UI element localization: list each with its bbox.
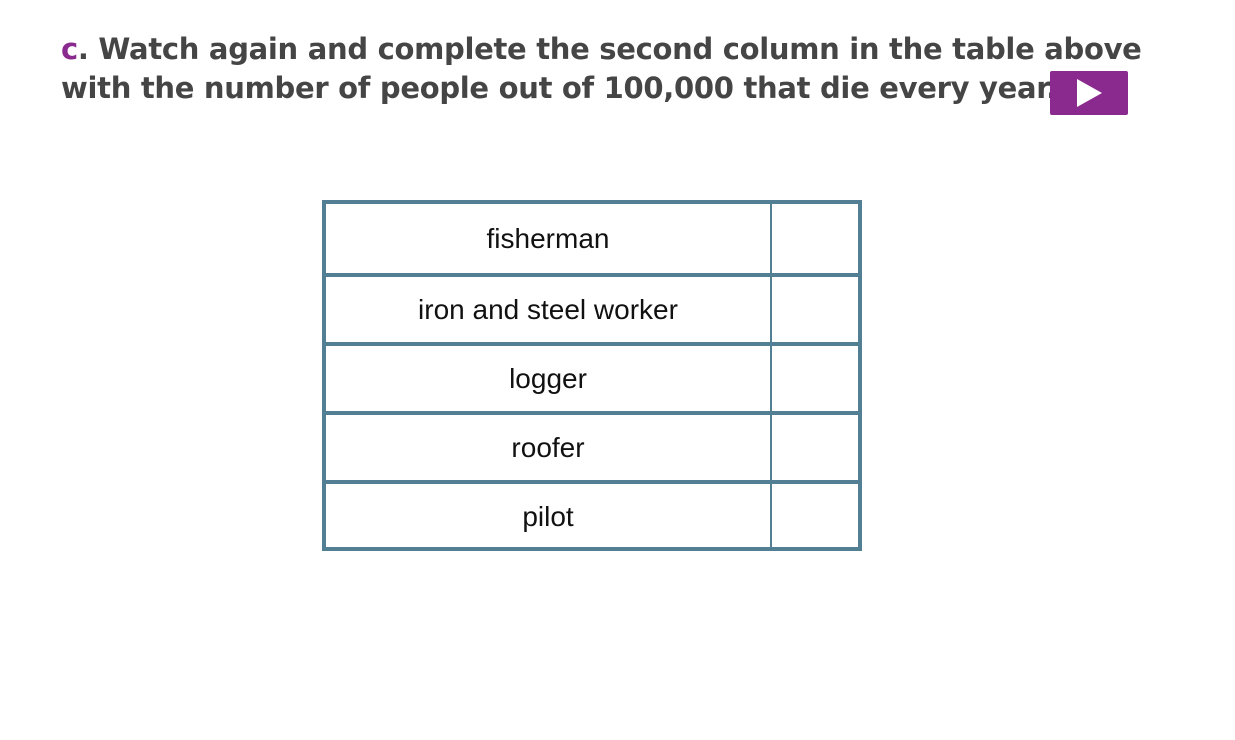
- occupation-cell: roofer: [326, 415, 772, 480]
- play-icon: [1077, 79, 1102, 107]
- occupation-cell: iron and steel worker: [326, 277, 772, 342]
- table-row: fisherman: [326, 204, 858, 273]
- table-row: iron and steel worker: [326, 273, 858, 342]
- instruction-line-2: with the number of people out of 100,000…: [61, 71, 1057, 105]
- answer-cell[interactable]: [772, 346, 858, 411]
- table-row: pilot: [326, 480, 858, 549]
- occupation-cell: pilot: [326, 484, 772, 549]
- instruction-text-1: Watch again and complete the second colu…: [88, 32, 1142, 66]
- table-row: logger: [326, 342, 858, 411]
- exercise-letter: c: [61, 32, 78, 66]
- instruction-line-1: c. Watch again and complete the second c…: [61, 30, 1142, 69]
- table-row: roofer: [326, 411, 858, 480]
- exercise-instruction: c. Watch again and complete the second c…: [61, 30, 1142, 108]
- occupation-table: fisherman iron and steel worker logger r…: [322, 200, 862, 551]
- answer-cell[interactable]: [772, 204, 858, 273]
- answer-cell[interactable]: [772, 484, 858, 549]
- exercise-letter-separator: .: [77, 32, 89, 66]
- play-button[interactable]: [1050, 71, 1128, 115]
- answer-cell[interactable]: [772, 277, 858, 342]
- occupation-cell: fisherman: [326, 204, 772, 273]
- occupation-cell: logger: [326, 346, 772, 411]
- answer-cell[interactable]: [772, 415, 858, 480]
